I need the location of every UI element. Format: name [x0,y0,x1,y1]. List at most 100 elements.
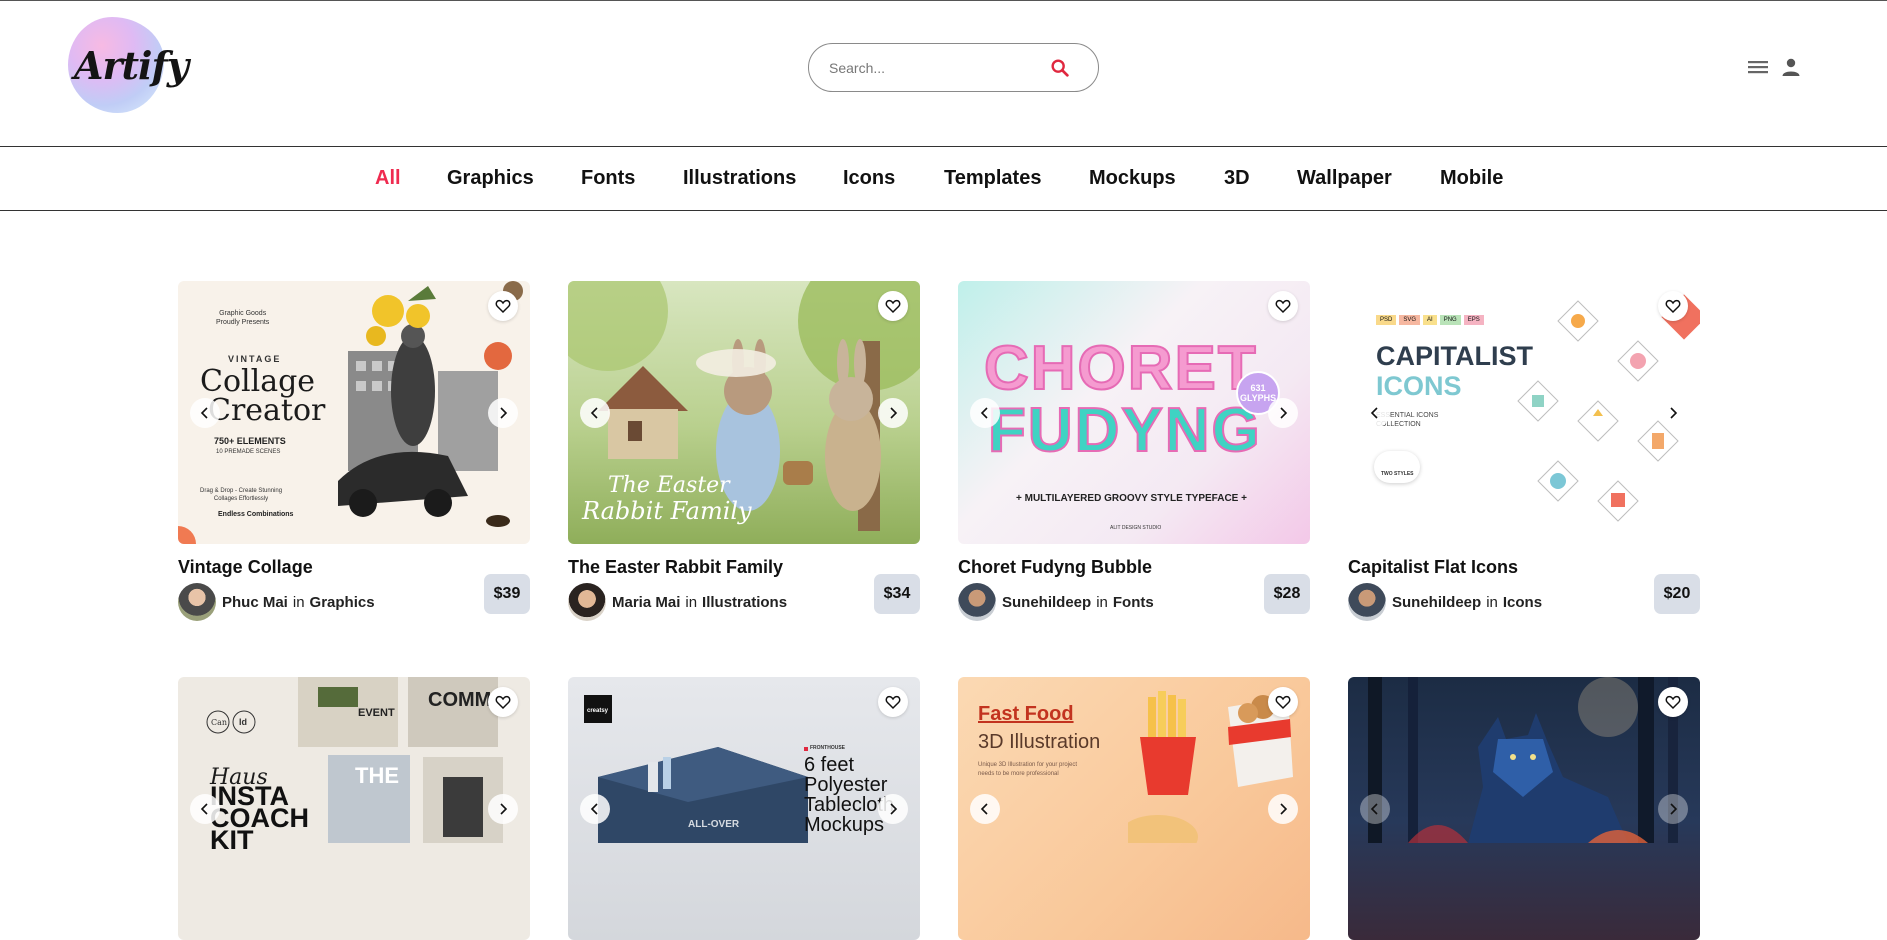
favorite-heart-icon[interactable] [488,687,518,717]
product-image[interactable]: CHORET FUDYNG 631 GLYPHS + MULTILAYERED … [958,281,1310,544]
art-text: Polyester [804,774,888,796]
category-link[interactable]: Graphics [310,594,375,611]
product-image[interactable]: Graphic Goods Proudly Presents VINTAGE C… [178,281,530,544]
product-card[interactable]: CHORET FUDYNG 631 GLYPHS + MULTILAYERED … [958,281,1310,621]
author-name[interactable]: Sunehildeep [1392,594,1481,611]
carousel-next-icon[interactable] [488,398,518,428]
logo-text: Artify [74,43,189,88]
product-image[interactable]: creatsy ALL-OVER FRONTHOUSE 6 feet Polye… [568,677,920,940]
carousel-next-icon[interactable] [878,398,908,428]
avatar[interactable] [958,583,996,621]
avatar[interactable] [568,583,606,621]
wolf-artwork [1368,677,1678,843]
art-text: FUDYNG [987,395,1262,466]
favorite-heart-icon[interactable] [1268,687,1298,717]
art-text: The Easter [608,473,730,498]
nav-tab-illustrations[interactable]: Illustrations [683,167,796,190]
carousel-next-icon[interactable] [1658,794,1688,824]
carousel-prev-icon[interactable] [970,794,1000,824]
product-card[interactable]: Can Id EVENT COMM THE Haus INSTA COACH K… [178,677,530,940]
nav-tab-wallpaper[interactable]: Wallpaper [1297,167,1392,190]
product-card[interactable]: PSD SVG AI PNG EPS CAPITALIST ICONS ESSE… [1348,281,1700,621]
search-input[interactable] [829,56,1039,80]
product-card[interactable]: creatsy ALL-OVER FRONTHOUSE 6 feet Polye… [568,677,920,940]
category-link[interactable]: Icons [1503,594,1542,611]
art-text: Fast Food [978,703,1074,725]
product-card[interactable]: Fast Food 3D Illustration Unique 3D Illu… [958,677,1310,940]
nav-tab-mobile[interactable]: Mobile [1440,167,1503,190]
avatar[interactable] [178,583,216,621]
svg-text:Id: Id [239,717,247,727]
product-image[interactable]: Fast Food 3D Illustration Unique 3D Illu… [958,677,1310,940]
favorite-heart-icon[interactable] [878,291,908,321]
product-title[interactable]: Vintage Collage [178,557,313,578]
avatar[interactable] [1348,583,1386,621]
nav-tab-3d[interactable]: 3D [1224,167,1250,190]
price-badge: $34 [874,574,920,614]
art-badge: 631 GLYPHS [1240,383,1277,403]
nav-tab-fonts[interactable]: Fonts [581,167,635,190]
search-icon[interactable] [1049,57,1071,79]
category-link[interactable]: Fonts [1113,594,1154,611]
product-image[interactable]: The Easter Rabbit Family [568,281,920,544]
user-account-icon[interactable] [1781,57,1801,77]
favorite-heart-icon[interactable] [878,687,908,717]
art-text: Graphic Goods Proudly Presents [216,310,270,326]
carousel-next-icon[interactable] [878,794,908,824]
favorite-heart-icon[interactable] [1268,291,1298,321]
search-bar [808,43,1099,92]
product-card[interactable]: Graphic Goods Proudly Presents VINTAGE C… [178,281,530,621]
product-card[interactable] [1348,677,1700,940]
svg-text:ALL-OVER: ALL-OVER [688,819,740,830]
product-title[interactable]: Capitalist Flat Icons [1348,557,1518,578]
category-link[interactable]: Illustrations [702,594,787,611]
art-text: KIT [210,825,254,855]
product-title[interactable]: Choret Fudyng Bubble [958,557,1152,578]
format-tag: SVG [1399,315,1421,325]
art-text: VINTAGE [228,354,282,364]
product-image[interactable]: PSD SVG AI PNG EPS CAPITALIST ICONS ESSE… [1348,281,1700,544]
carousel-prev-icon[interactable] [970,398,1000,428]
carousel-prev-icon[interactable] [1360,398,1390,428]
price-badge: $20 [1654,574,1700,614]
carousel-prev-icon[interactable] [1360,794,1390,824]
nav-tab-mockups[interactable]: Mockups [1089,167,1176,190]
carousel-prev-icon[interactable] [580,794,610,824]
hamburger-menu-icon[interactable] [1748,59,1768,75]
art-text: ALIT DESIGN STUDIO [1110,525,1162,531]
meta-separator: in [685,593,698,611]
art-text: Endless Combinations [218,511,294,518]
product-meta: Maria Mai in Illustrations [568,583,787,621]
carousel-prev-icon[interactable] [580,398,610,428]
nav-tab-templates[interactable]: Templates [944,167,1041,190]
product-meta: Sunehildeep in Icons [1348,583,1542,621]
product-image[interactable]: Can Id EVENT COMM THE Haus INSTA COACH K… [178,677,530,940]
nav-tab-icons[interactable]: Icons [843,167,895,190]
carousel-next-icon[interactable] [1658,398,1688,428]
nav-tab-all[interactable]: All [375,167,401,190]
favorite-heart-icon[interactable] [1658,291,1688,321]
product-meta: Phuc Mai in Graphics [178,583,375,621]
carousel-next-icon[interactable] [1268,398,1298,428]
art-text: 750+ ELEMENTS [214,436,286,446]
product-title[interactable]: The Easter Rabbit Family [568,557,783,578]
author-name[interactable]: Sunehildeep [1002,594,1091,611]
logo[interactable]: Artify [68,17,189,113]
favorite-heart-icon[interactable] [1658,687,1688,717]
nav-tab-graphics[interactable]: Graphics [447,167,534,190]
carousel-prev-icon[interactable] [190,794,220,824]
carousel-next-icon[interactable] [488,794,518,824]
product-image[interactable] [1348,677,1700,940]
product-card[interactable]: The Easter Rabbit Family The Easter Rabb… [568,281,920,621]
art-text: ICONS [1376,371,1462,401]
meta-separator: in [1486,593,1498,611]
art-text: COMM [428,689,492,711]
product-meta: Sunehildeep in Fonts [958,583,1154,621]
carousel-next-icon[interactable] [1268,794,1298,824]
author-name[interactable]: Phuc Mai [222,594,288,611]
carousel-prev-icon[interactable] [190,398,220,428]
site-header: Artify [0,0,1887,147]
author-name[interactable]: Maria Mai [612,594,680,611]
art-corner [178,526,196,544]
favorite-heart-icon[interactable] [488,291,518,321]
